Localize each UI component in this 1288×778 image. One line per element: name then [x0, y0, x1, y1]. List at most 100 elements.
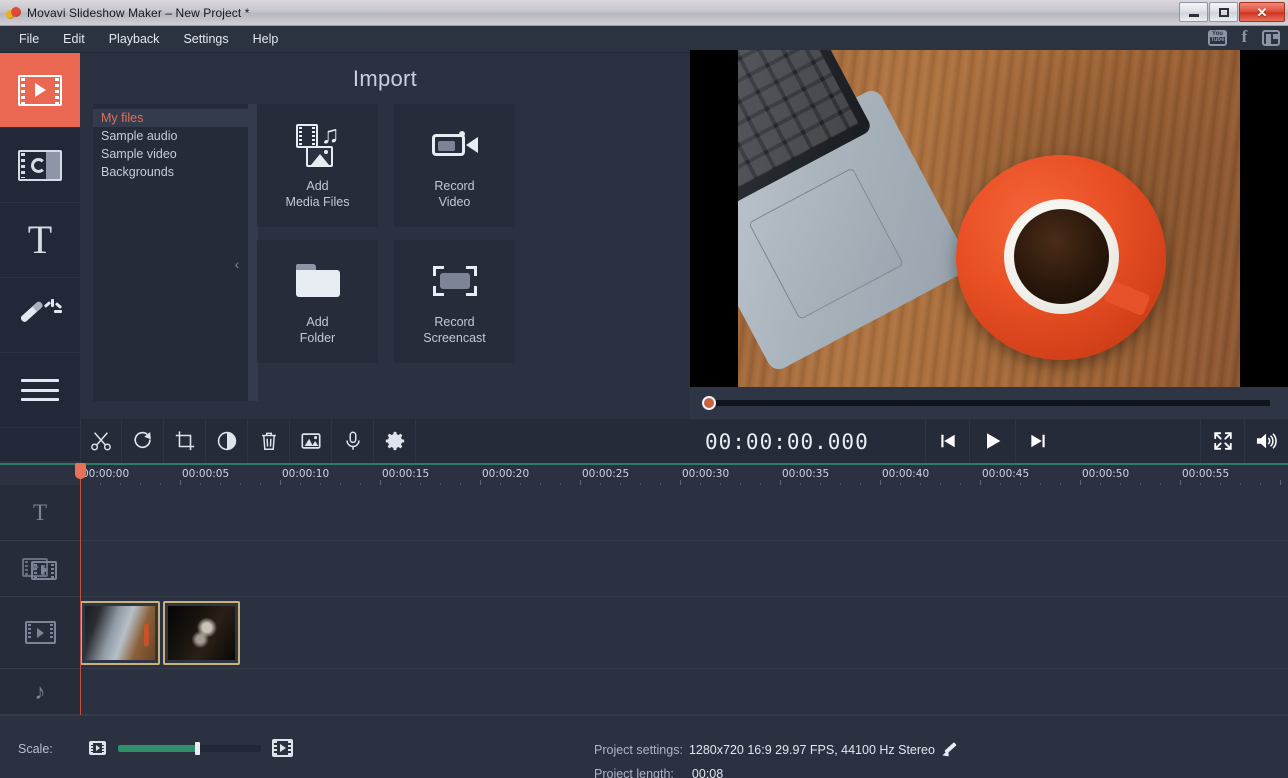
rotate-icon — [133, 431, 151, 449]
rail-item-transitions[interactable] — [0, 128, 80, 203]
social-links: You Tube f — [1208, 28, 1280, 46]
add-folder-button[interactable]: Add Folder — [257, 240, 378, 363]
source-item-sample-video[interactable]: Sample video — [93, 145, 248, 163]
close-icon: ✕ — [1256, 4, 1268, 20]
ruler-label-7: 00:00:35 — [782, 468, 830, 480]
play-button[interactable] — [969, 419, 1015, 463]
ruler-label-1: 00:00:05 — [182, 468, 230, 480]
film-play-icon — [18, 74, 62, 106]
next-button[interactable] — [1015, 419, 1059, 463]
text-t-icon: T — [27, 217, 53, 262]
double-film-icon — [22, 557, 58, 580]
source-item-my-files[interactable]: My files — [93, 109, 248, 127]
playback-controls — [925, 419, 1059, 463]
trash-icon — [261, 432, 276, 450]
settings-button[interactable] — [374, 419, 416, 463]
app-logo-icon — [6, 5, 22, 21]
ruler-label-3: 00:00:15 — [382, 468, 430, 480]
volume-button[interactable] — [1244, 419, 1288, 463]
maximize-button[interactable] — [1209, 2, 1238, 22]
ruler-label-10: 00:00:50 — [1082, 468, 1130, 480]
movavi-icon[interactable] — [1262, 29, 1280, 46]
camcorder-icon — [431, 122, 478, 168]
delete-button[interactable] — [248, 419, 290, 463]
ruler-label-9: 00:00:45 — [982, 468, 1030, 480]
image-button[interactable] — [290, 419, 332, 463]
source-item-sample-audio[interactable]: Sample audio — [93, 127, 248, 145]
color-adjust-button[interactable] — [206, 419, 248, 463]
play-icon — [986, 433, 1000, 449]
rail-item-more[interactable] — [0, 353, 80, 428]
track-lane-video[interactable] — [80, 597, 1288, 669]
media-files-icon: ♫ — [294, 122, 342, 168]
timeline-clip-2[interactable] — [163, 601, 240, 665]
previous-button[interactable] — [925, 419, 969, 463]
import-panel: Import My files Sample audio Sample vide… — [80, 53, 690, 415]
crop-button[interactable] — [164, 419, 206, 463]
timeline-clip-1[interactable] — [80, 601, 160, 665]
fullscreen-button[interactable] — [1200, 419, 1244, 463]
facebook-icon[interactable]: f — [1236, 28, 1253, 46]
track-header-video[interactable] — [0, 597, 80, 669]
timeline: T ♪ — [0, 485, 1288, 715]
scale-slider-handle[interactable] — [194, 742, 200, 755]
letterbox-right — [1240, 50, 1288, 387]
record-video-button[interactable]: Record Video — [394, 104, 515, 227]
menu-settings[interactable]: Settings — [172, 28, 239, 50]
timeline-ruler[interactable]: 00:00:00 00:00:05 00:00:10 00:00:15 00:0… — [0, 463, 1288, 487]
record-audio-button[interactable] — [332, 419, 374, 463]
preview-video[interactable] — [690, 50, 1288, 387]
ruler-label-0: 00:00:00 — [82, 468, 130, 480]
track-lane-overlay[interactable] — [80, 541, 1288, 597]
scissors-icon — [91, 432, 111, 451]
track-header-titles[interactable]: T — [0, 485, 80, 541]
status-bar: Scale: Project settings: 1280x720 16:9 2… — [0, 715, 1288, 778]
menu-playback[interactable]: Playback — [98, 28, 171, 50]
track-lane-audio[interactable] — [80, 669, 1288, 715]
screencast-icon — [432, 258, 477, 304]
track-lane-titles[interactable] — [80, 485, 1288, 541]
app-window: Movavi Slideshow Maker – New Project * ✕… — [0, 0, 1288, 778]
timeline-playhead[interactable] — [75, 463, 86, 715]
music-note-icon: ♪ — [34, 678, 46, 704]
playhead-handle[interactable] — [75, 463, 86, 479]
project-settings-label: Project settings: — [594, 743, 683, 757]
close-button[interactable]: ✕ — [1239, 2, 1285, 22]
track-header-overlay[interactable] — [0, 541, 80, 597]
track-header-audio[interactable]: ♪ — [0, 669, 80, 715]
text-t-icon: T — [32, 499, 48, 525]
tool-rail: T — [0, 53, 80, 461]
record-screencast-button[interactable]: Record Screencast — [394, 240, 515, 363]
preview-area — [690, 50, 1288, 387]
minimize-button[interactable] — [1179, 2, 1208, 22]
rail-item-titles[interactable]: T — [0, 203, 80, 278]
edit-project-settings-icon[interactable] — [942, 742, 957, 760]
scale-slider-fill — [118, 745, 197, 752]
seek-handle[interactable] — [702, 396, 716, 410]
ruler-label-8: 00:00:40 — [882, 468, 930, 480]
folder-icon — [295, 258, 340, 304]
ruler-ticks: 00:00:00 00:00:05 00:00:10 00:00:15 00:0… — [80, 465, 1288, 487]
rotate-button[interactable] — [122, 419, 164, 463]
split-button[interactable] — [80, 419, 122, 463]
youtube-icon[interactable]: You Tube — [1208, 29, 1227, 46]
rail-item-import[interactable] — [0, 53, 80, 128]
scale-zoom-in-icon[interactable] — [272, 739, 293, 757]
seek-track[interactable] — [708, 400, 1270, 406]
menu-file[interactable]: File — [8, 28, 50, 50]
window-title: Movavi Slideshow Maker – New Project * — [27, 5, 250, 20]
transition-icon — [18, 149, 62, 181]
preview-seekbar[interactable] — [690, 387, 1288, 419]
skip-next-icon — [1030, 434, 1045, 448]
film-icon — [24, 621, 56, 644]
collapse-panel-button[interactable]: ‹ — [230, 249, 244, 279]
scale-zoom-out-icon[interactable] — [89, 741, 106, 755]
menu-help[interactable]: Help — [242, 28, 290, 50]
ruler-label-5: 00:00:25 — [582, 468, 630, 480]
menu-edit[interactable]: Edit — [52, 28, 96, 50]
rail-item-filters[interactable] — [0, 278, 80, 353]
source-item-backgrounds[interactable]: Backgrounds — [93, 163, 248, 181]
scale-slider[interactable] — [118, 742, 261, 755]
add-media-files-button[interactable]: ♫ Add Media Files — [257, 104, 378, 227]
scale-label: Scale: — [18, 742, 53, 756]
